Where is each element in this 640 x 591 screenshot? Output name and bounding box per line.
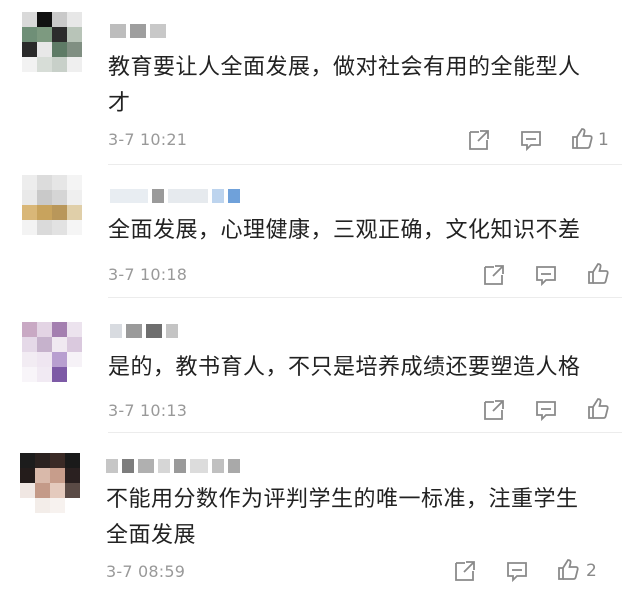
- like-count: 1: [598, 130, 609, 150]
- share-icon[interactable]: [482, 398, 506, 422]
- avatar[interactable]: [22, 322, 82, 382]
- username-pixelated[interactable]: [106, 459, 240, 473]
- comment-icon[interactable]: [534, 398, 558, 422]
- comment-item: 不能用分数作为评判学生的唯一标准，注重学生 全面发展 3-7 08:59 2: [0, 433, 640, 591]
- avatar[interactable]: [22, 175, 82, 235]
- comment-time: 3-7 10:18: [108, 265, 188, 284]
- comment-time: 3-7 10:21: [108, 130, 188, 149]
- comment-text: 是的，教书育人，不只是培养成绩还要塑造人格: [108, 355, 581, 380]
- comment-icon[interactable]: [534, 263, 558, 287]
- comment-time: 3-7 10:13: [108, 401, 188, 420]
- like-count: 2: [586, 561, 597, 581]
- comment-icon[interactable]: [505, 559, 529, 583]
- username-pixelated[interactable]: [110, 189, 240, 203]
- comment-item: 是的，教书育人，不只是培养成绩还要塑造人格 3-7 10:13: [0, 298, 640, 433]
- comment-time: 3-7 08:59: [106, 562, 186, 581]
- share-icon[interactable]: [482, 263, 506, 287]
- avatar[interactable]: [20, 453, 80, 513]
- comment-text: 全面发展，心理健康，三观正确，文化知识不差: [108, 218, 581, 243]
- comment-icon[interactable]: [519, 128, 543, 152]
- thumbs-up-icon[interactable]: [586, 262, 610, 286]
- thumbs-up-icon[interactable]: [570, 127, 594, 151]
- comment-text: 不能用分数作为评判学生的唯一标准，注重学生 全面发展: [106, 487, 579, 548]
- thumbs-up-icon[interactable]: [586, 397, 610, 421]
- username-pixelated[interactable]: [110, 24, 166, 38]
- thumbs-up-icon[interactable]: [556, 558, 580, 582]
- username-pixelated[interactable]: [110, 324, 178, 338]
- share-icon[interactable]: [467, 128, 491, 152]
- comment-text: 教育要让人全面发展，做对社会有用的全能型人 才: [108, 55, 581, 116]
- avatar[interactable]: [22, 12, 82, 72]
- share-icon[interactable]: [453, 559, 477, 583]
- comment-item: 全面发展，心理健康，三观正确，文化知识不差 3-7 10:18: [0, 165, 640, 298]
- comment-item: 教育要让人全面发展，做对社会有用的全能型人 才 3-7 10:21 1: [0, 0, 640, 165]
